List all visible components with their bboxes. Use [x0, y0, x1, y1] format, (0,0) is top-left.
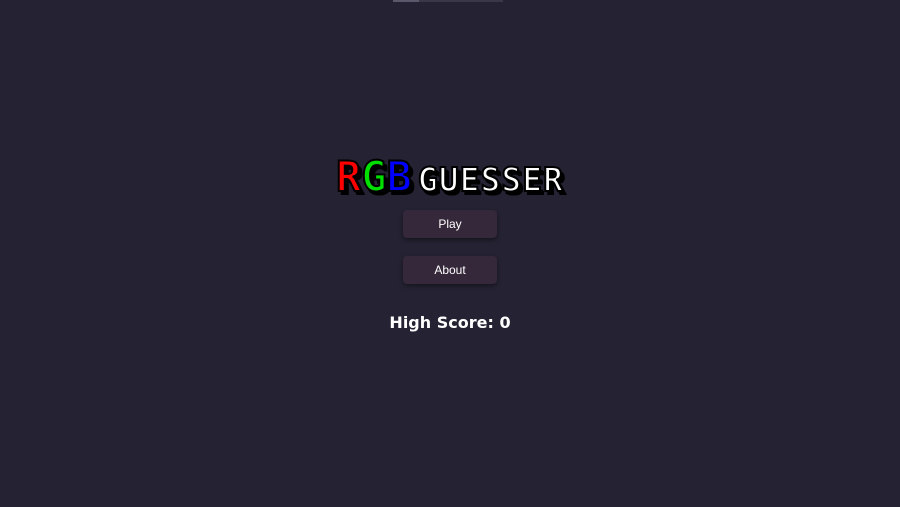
high-score-label: High Score:	[389, 313, 494, 332]
top-edge-bar-accent	[393, 0, 419, 2]
high-score: High Score: 0	[0, 313, 900, 332]
play-button[interactable]: Play	[403, 210, 497, 238]
logo-letter-r: R	[335, 152, 362, 201]
logo-rgb: RGB	[335, 155, 413, 199]
logo-letter-g: G	[360, 152, 387, 201]
game-logo: RGB GUESSER	[0, 155, 900, 199]
logo-letter-b: B	[386, 152, 413, 201]
high-score-value: 0	[499, 313, 511, 332]
about-button[interactable]: About	[403, 256, 497, 284]
logo-guesser-text: GUESSER	[417, 160, 564, 199]
